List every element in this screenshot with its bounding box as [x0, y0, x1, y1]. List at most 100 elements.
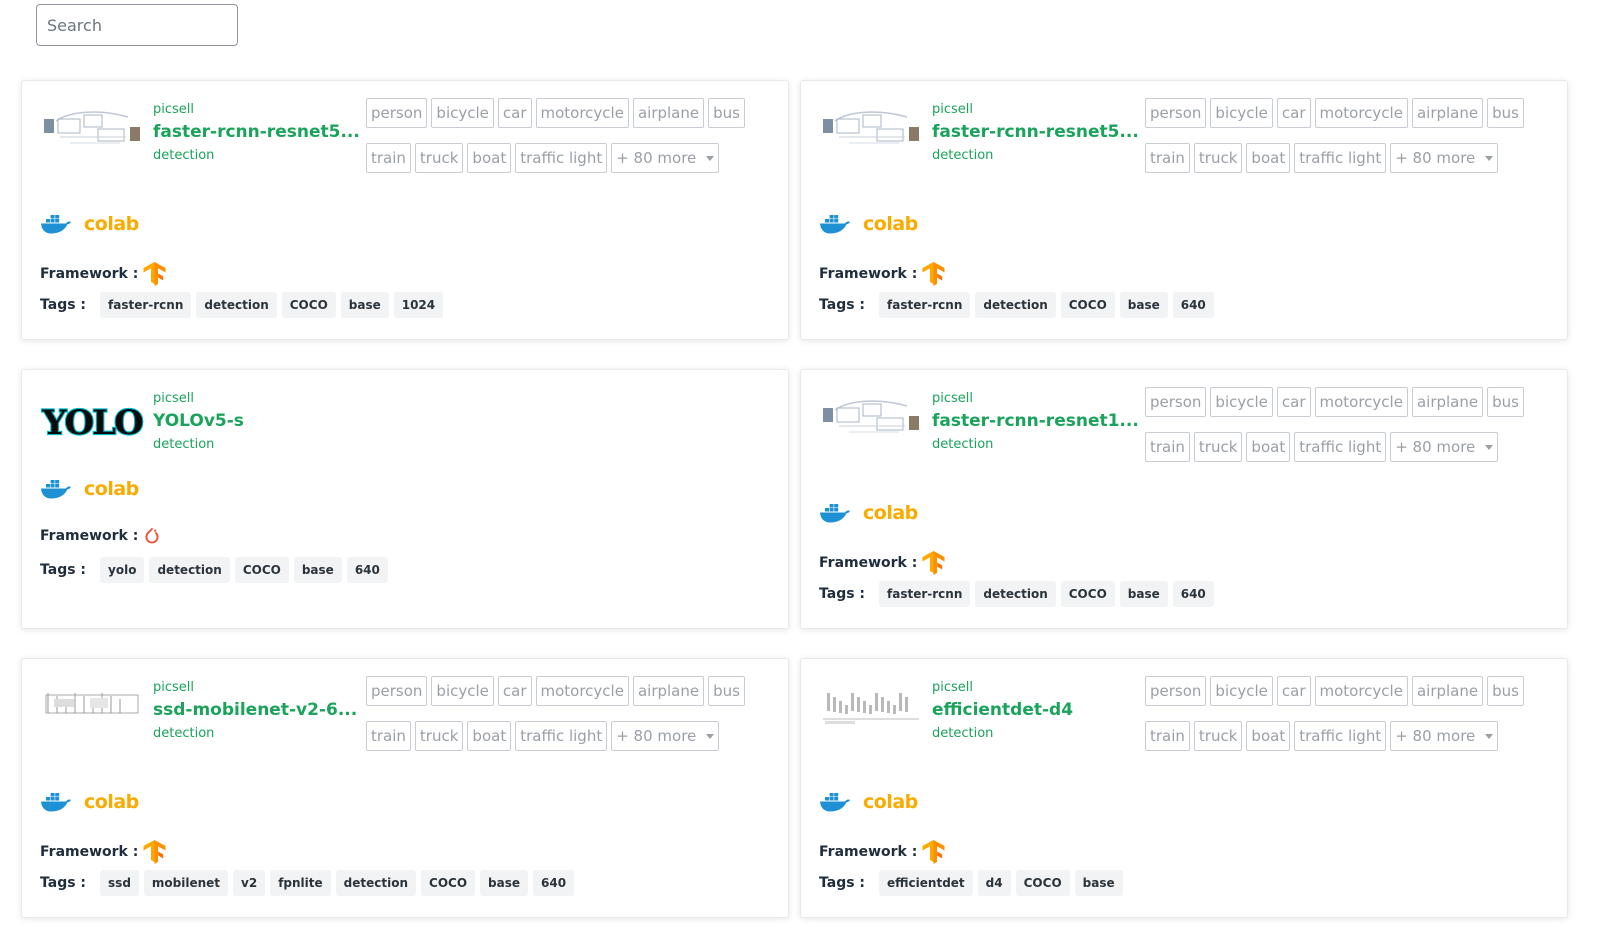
tag-chip[interactable]: mobilenet	[143, 870, 229, 896]
more-labels-dropdown[interactable]: + 80 more	[611, 721, 720, 751]
framework-row: Framework :	[819, 261, 947, 287]
more-labels-dropdown[interactable]: + 80 more	[1390, 432, 1499, 462]
tag-chip[interactable]: detection	[975, 581, 1056, 607]
model-card[interactable]: picsell faster-rcnn-resnet5... detection pe…	[21, 80, 789, 340]
framework-row: Framework :	[40, 526, 162, 546]
model-name-link[interactable]: faster-rcnn-resnet1...	[932, 408, 1142, 434]
tag-chip[interactable]: faster-rcnn	[879, 581, 971, 607]
colab-link[interactable]: colab	[84, 478, 139, 500]
model-meta: picsell faster-rcnn-resnet5... detection	[932, 101, 1142, 167]
tag-chip[interactable]: detection	[196, 292, 277, 318]
tag-chip[interactable]: detection	[975, 292, 1056, 318]
tag-chip[interactable]: detection	[149, 557, 230, 583]
model-task: detection	[153, 726, 215, 741]
tag-chip[interactable]: v2	[233, 870, 266, 896]
tag-chip[interactable]: 640	[533, 870, 575, 896]
model-card[interactable]: picsell efficientdet-d4 detection person bic…	[800, 658, 1568, 918]
class-label: bicycle	[1210, 387, 1273, 417]
model-thumbnail	[44, 111, 140, 144]
model-owner: picsell	[153, 680, 195, 695]
model-meta: picsell faster-rcnn-resnet5... detection	[153, 101, 363, 167]
tag-chip[interactable]: detection	[335, 870, 417, 896]
tag-chip[interactable]: d4	[977, 870, 1011, 896]
tag-chip[interactable]: 1024	[393, 292, 444, 318]
tag-chip[interactable]: faster-rcnn	[100, 292, 192, 318]
deploy-options: colab	[819, 791, 918, 813]
model-card[interactable]: picsell faster-rcnn-resnet5... detection pe…	[800, 80, 1568, 340]
more-labels-text: + 80 more	[1395, 149, 1476, 167]
docker-icon[interactable]	[819, 502, 851, 524]
framework-label: Framework :	[40, 844, 139, 860]
model-name-link[interactable]: ssd-mobilenet-v2-6...	[153, 697, 363, 723]
class-label: motorcycle	[1314, 98, 1408, 128]
more-labels-text: + 80 more	[1395, 438, 1476, 456]
class-label: traffic light	[1294, 143, 1387, 173]
model-card[interactable]: YOLO picsell YOLOv5-s detection colab Framewo…	[21, 369, 789, 629]
class-label: car	[497, 676, 532, 706]
class-label: boat	[1246, 143, 1291, 173]
tag-chip[interactable]: COCO	[234, 557, 289, 583]
model-thumbnail	[45, 693, 139, 714]
docker-icon[interactable]	[40, 478, 72, 500]
class-label: person	[1145, 98, 1207, 128]
tag-chip[interactable]: yolo	[100, 557, 145, 583]
framework-row: Framework :	[819, 550, 947, 576]
docker-icon[interactable]	[819, 213, 851, 235]
model-name-link[interactable]: faster-rcnn-resnet5...	[932, 119, 1142, 145]
tensorflow-icon	[921, 550, 947, 576]
deploy-options: colab	[40, 213, 139, 235]
docker-icon[interactable]	[40, 791, 72, 813]
class-label: bicycle	[431, 98, 494, 128]
deploy-options: colab	[819, 213, 918, 235]
docker-icon[interactable]	[819, 791, 851, 813]
more-labels-dropdown[interactable]: + 80 more	[1390, 721, 1499, 751]
tag-chip[interactable]: base	[1074, 870, 1123, 896]
tag-chip[interactable]: 640	[346, 557, 388, 583]
tag-chip[interactable]: COCO	[281, 292, 336, 318]
tags-label: Tags :	[40, 875, 87, 891]
colab-link[interactable]: colab	[863, 502, 918, 524]
model-card[interactable]: picsell ssd-mobilenet-v2-6... detection per…	[21, 658, 789, 918]
tag-chip[interactable]: COCO	[1015, 870, 1070, 896]
more-labels-dropdown[interactable]: + 80 more	[611, 143, 720, 173]
model-name-link[interactable]: faster-rcnn-resnet5...	[153, 119, 363, 145]
tags-row: Tags : faster-rcnn detection COCO base 1024	[40, 292, 448, 318]
colab-link[interactable]: colab	[84, 213, 139, 235]
tag-chip[interactable]: faster-rcnn	[879, 292, 971, 318]
model-name-link[interactable]: efficientdet-d4	[932, 697, 1142, 723]
tag-chip[interactable]: COCO	[1060, 581, 1115, 607]
tag-chip[interactable]: 640	[1172, 581, 1214, 607]
tag-chip[interactable]: COCO	[1060, 292, 1115, 318]
tags-label: Tags :	[819, 586, 866, 602]
tag-chip[interactable]: base	[293, 557, 342, 583]
tag-chip[interactable]: base	[480, 870, 529, 896]
class-label: train	[1145, 432, 1190, 462]
tag-chip[interactable]: efficientdet	[879, 870, 973, 896]
framework-row: Framework :	[40, 839, 168, 865]
model-card[interactable]: picsell faster-rcnn-resnet1... detection pe…	[800, 369, 1568, 629]
colab-link[interactable]: colab	[84, 791, 139, 813]
class-label: truck	[414, 721, 464, 751]
class-label: motorcycle	[1314, 387, 1408, 417]
more-labels-dropdown[interactable]: + 80 more	[1390, 143, 1499, 173]
class-label: person	[1145, 676, 1207, 706]
tag-chip[interactable]: COCO	[421, 870, 476, 896]
tag-chip[interactable]: base	[1119, 292, 1168, 318]
colab-link[interactable]: colab	[863, 213, 918, 235]
model-meta: picsell efficientdet-d4 detection	[932, 679, 1142, 745]
model-owner: picsell	[153, 102, 195, 117]
tag-chip[interactable]: base	[340, 292, 389, 318]
class-label: motorcycle	[535, 98, 629, 128]
class-label: boat	[1246, 721, 1291, 751]
class-labels: person bicycle car motorcycle airplane bus tra…	[1145, 676, 1545, 766]
colab-link[interactable]: colab	[863, 791, 918, 813]
class-label: boat	[1246, 432, 1291, 462]
model-name-link[interactable]: YOLOv5-s	[153, 408, 363, 434]
tag-chip[interactable]: base	[1119, 581, 1168, 607]
tag-chip[interactable]: ssd	[100, 870, 139, 896]
model-thumbnail	[823, 693, 919, 724]
tag-chip[interactable]: 640	[1172, 292, 1214, 318]
class-label: bus	[708, 98, 745, 128]
tag-chip[interactable]: fpnlite	[270, 870, 331, 896]
docker-icon[interactable]	[40, 213, 72, 235]
